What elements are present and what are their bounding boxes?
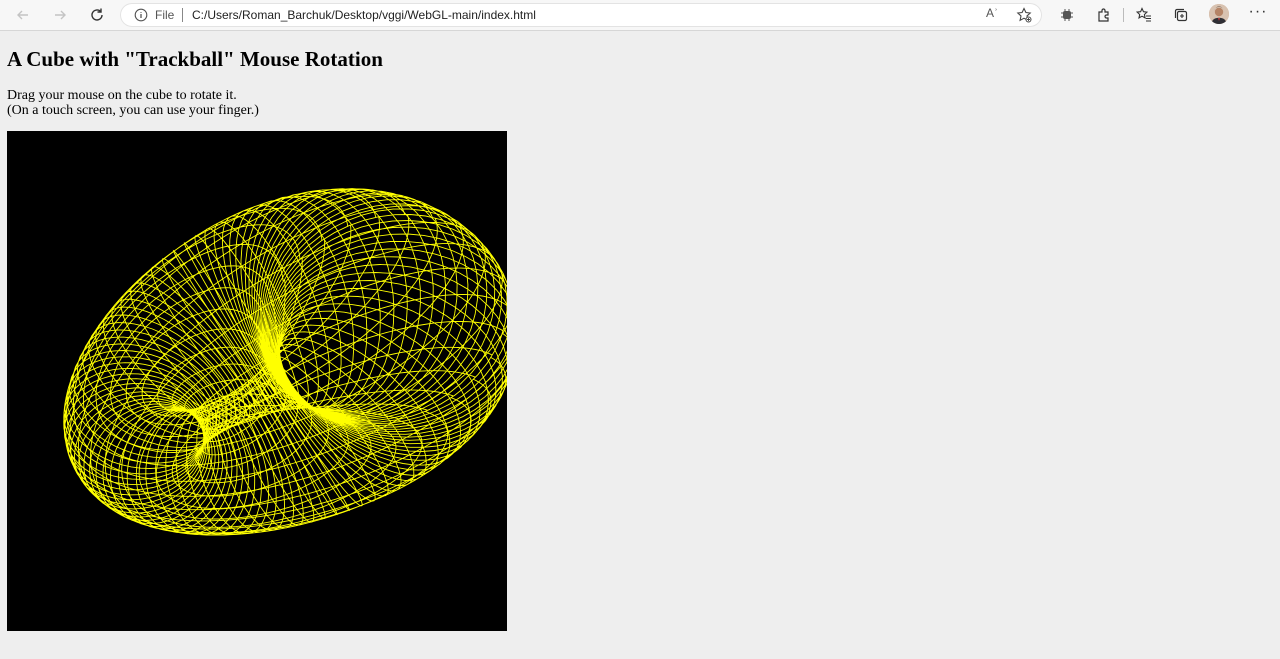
favorites-icon [1136,7,1151,22]
collections-icon [1174,8,1188,22]
wireframe-surface [63,188,518,536]
address-divider [182,8,183,22]
extensions-button[interactable] [1093,4,1115,26]
refresh-button[interactable] [86,4,108,26]
info-icon[interactable] [134,8,148,22]
forward-button[interactable] [49,4,71,26]
address-bar[interactable]: File C:/Users/Roman_Barchuk/Desktop/vggi… [120,3,1042,27]
instruction-line-2: (On a touch screen, you can use your fin… [7,103,259,118]
surface-wireframe-lines [63,188,518,536]
extension-icon [1061,9,1073,21]
more-icon[interactable]: ··· [1247,3,1269,25]
favorites-button[interactable] [1133,4,1155,26]
extensions-icon [1098,8,1109,22]
collections-button[interactable] [1170,4,1192,26]
instruction-line-1: Drag your mouse on the cube to rotate it… [7,88,237,103]
instructions: Drag your mouse on the cube to rotate it… [7,88,259,118]
page-title: A Cube with "Trackball" Mouse Rotation [7,47,383,71]
file-label: File [155,8,175,22]
url-text[interactable]: C:/Users/Roman_Barchuk/Desktop/vggi/WebG… [192,8,536,22]
back-button[interactable] [12,4,34,26]
refresh-icon [91,8,103,21]
webgl-canvas[interactable] [7,131,518,631]
browser-toolbar: File C:/Users/Roman_Barchuk/Desktop/vggi… [0,0,1280,31]
add-favorite-icon[interactable] [1016,7,1032,23]
extension-button[interactable] [1056,4,1078,26]
back-icon [17,10,28,20]
toolbar-divider [1123,8,1124,22]
profile-avatar[interactable] [1209,4,1229,24]
read-aloud-icon[interactable]: Aʾ [986,6,998,20]
forward-icon [55,10,66,20]
